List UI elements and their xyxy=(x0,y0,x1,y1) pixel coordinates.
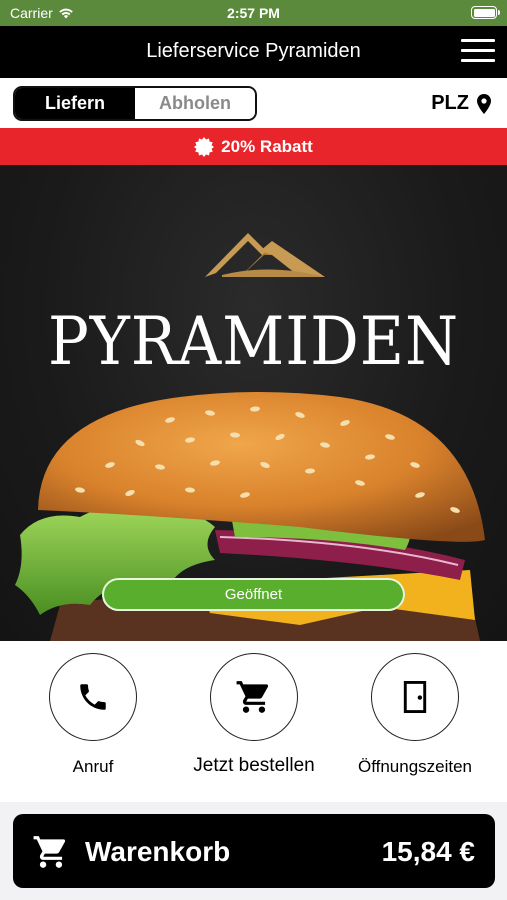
badge-icon xyxy=(194,136,215,157)
opening-hours-button[interactable]: Öffnungszeiten xyxy=(340,653,490,777)
nav-bar: Lieferservice Pyramiden xyxy=(0,26,507,78)
status-bar: Carrier 2:57 PM xyxy=(0,0,507,26)
order-circle xyxy=(210,653,298,741)
plz-button[interactable]: PLZ xyxy=(431,92,491,115)
call-button[interactable]: Anruf xyxy=(18,653,168,777)
opening-hours-label: Öffnungszeiten xyxy=(357,757,473,776)
open-status-badge[interactable]: Geöffnet xyxy=(102,578,405,611)
hamburger-menu-icon[interactable] xyxy=(461,39,495,65)
plz-label: PLZ xyxy=(431,92,469,114)
phone-icon xyxy=(80,684,106,710)
battery-icon xyxy=(471,6,500,19)
status-time: 2:57 PM xyxy=(227,5,280,21)
pyramid-logo-icon xyxy=(205,233,325,277)
deliver-option[interactable]: Liefern xyxy=(15,88,135,119)
cart-icon xyxy=(33,836,66,868)
delivery-mode-row: Liefern Abholen PLZ xyxy=(0,78,507,128)
action-row: Anruf Jetzt bestellen Öffnungszeiten xyxy=(0,641,507,802)
hero-banner: PYRAMIDEN Geöffnet xyxy=(0,165,507,641)
discount-banner[interactable]: 20% Rabatt xyxy=(0,128,507,165)
pickup-option[interactable]: Abholen xyxy=(135,88,255,119)
cart-icon xyxy=(236,681,269,713)
call-circle xyxy=(49,653,137,741)
cart-label: Warenkorb xyxy=(85,836,231,867)
order-now-button[interactable]: Jetzt bestellen xyxy=(179,653,329,777)
cart-button[interactable]: Warenkorb 15,84 € xyxy=(13,814,495,888)
cart-total: 15,84 € xyxy=(381,836,475,867)
location-pin-icon xyxy=(477,93,491,114)
call-label: Anruf xyxy=(72,757,114,776)
hours-circle xyxy=(371,653,459,741)
order-now-label: Jetzt bestellen xyxy=(193,755,315,776)
page-title: Lieferservice Pyramiden xyxy=(146,40,361,62)
discount-label: 20% Rabatt xyxy=(221,136,313,156)
brand-name: PYRAMIDEN xyxy=(47,303,460,380)
delivery-mode-toggle: Liefern Abholen xyxy=(13,86,257,121)
door-icon xyxy=(403,680,427,714)
